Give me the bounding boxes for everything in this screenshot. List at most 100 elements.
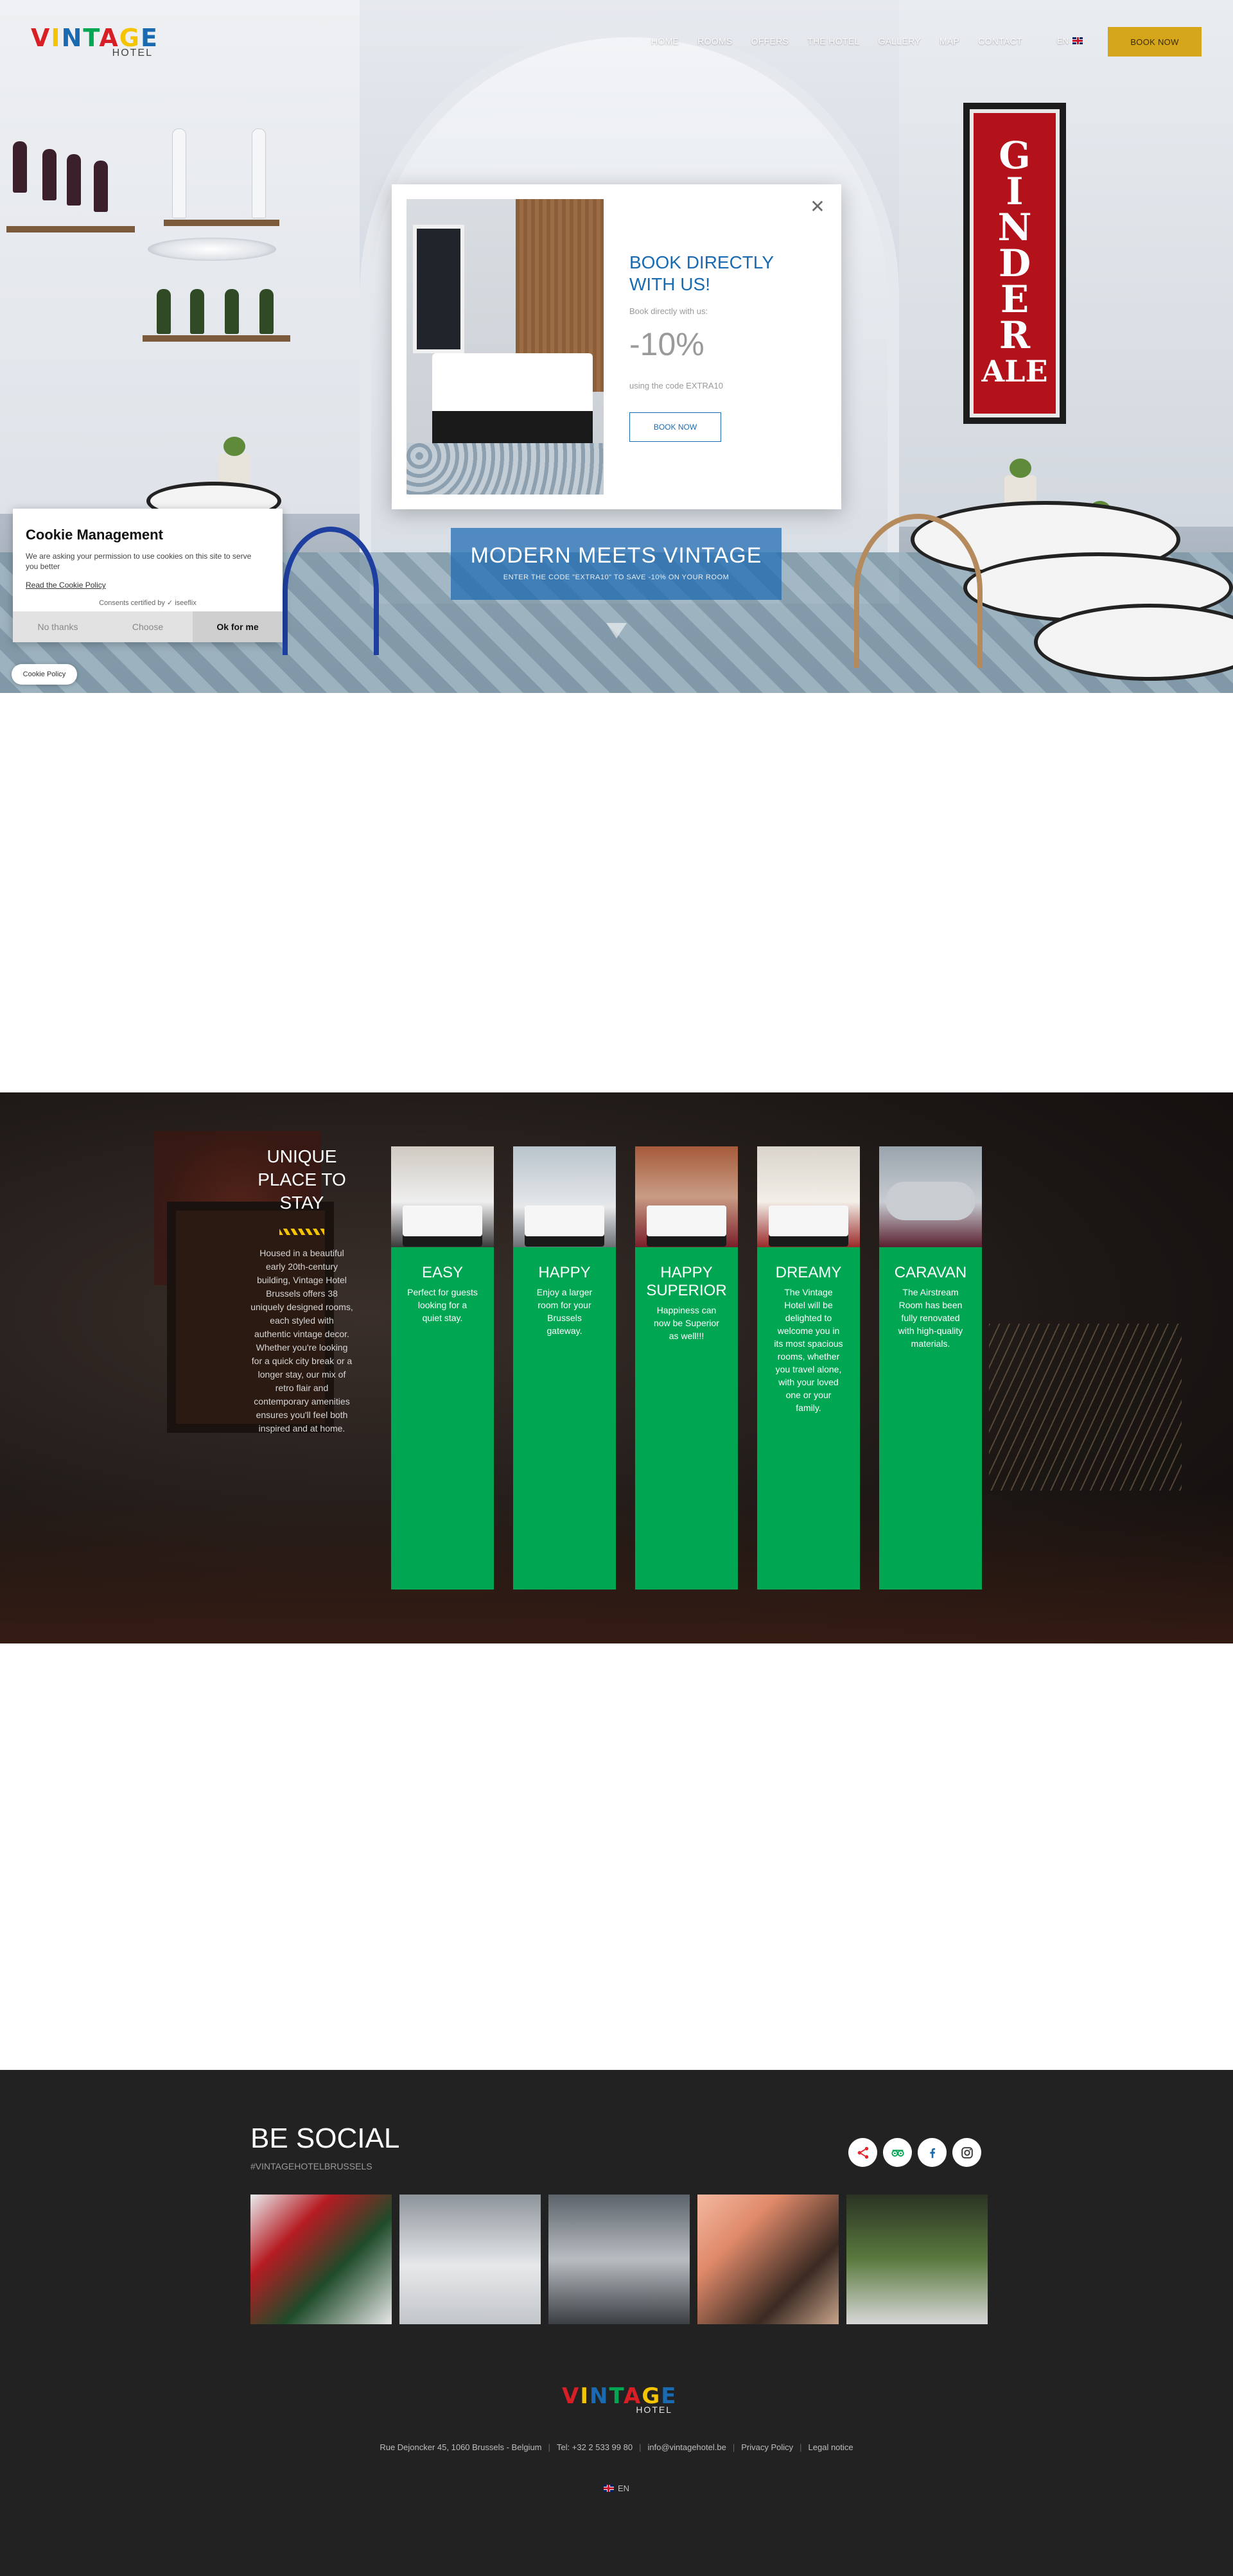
instagram-post[interactable] <box>250 2195 392 2324</box>
room-cards: EASY Perfect for guests looking for a qu… <box>391 1146 982 1590</box>
close-icon[interactable]: ✕ <box>810 198 825 216</box>
facebook-icon[interactable] <box>918 2138 947 2167</box>
room-card-caravan[interactable]: CARAVAN The Airstream Room has been full… <box>879 1146 982 1590</box>
nav-the-hotel[interactable]: THE HOTEL <box>807 36 859 46</box>
hero-subtitle: ENTER THE CODE "EXTRA10" TO SAVE -10% ON… <box>503 574 730 581</box>
room-image <box>513 1146 616 1247</box>
sign-letter: N <box>997 206 1032 249</box>
popup-book-now-button[interactable]: BOOK NOW <box>629 412 721 442</box>
rooms-intro: UNIQUE PLACE TO STAY Housed in a beautif… <box>250 1145 353 1435</box>
hero-title: MODERN MEETS VINTAGE <box>470 543 762 568</box>
room-card-happy[interactable]: HAPPY Enjoy a larger room for your Bruss… <box>513 1146 616 1590</box>
sign-letter: R <box>999 313 1031 357</box>
room-image <box>391 1146 494 1247</box>
instagram-post[interactable] <box>846 2195 988 2324</box>
hero-section: G I N D E R ALE VINTAGE HOTEL HOME ROOMS… <box>0 0 1233 693</box>
rooms-section: UNIQUE PLACE TO STAY Housed in a beautif… <box>0 1092 1233 1643</box>
shelf <box>6 226 135 232</box>
stripe-divider <box>279 1229 324 1235</box>
room-title: HAPPY <box>538 1264 591 1281</box>
footer-email[interactable]: info@vintagehotel.be <box>641 2442 732 2452</box>
book-now-button[interactable]: BOOK NOW <box>1108 27 1202 57</box>
room-image <box>757 1146 860 1247</box>
popup-room-image <box>407 199 604 495</box>
uk-flag-icon <box>1072 37 1083 44</box>
cookie-text: We are asking your permission to use coo… <box>26 552 252 571</box>
cookie-choose-button[interactable]: Choose <box>103 611 193 642</box>
instagram-post[interactable] <box>697 2195 839 2324</box>
room-text: The Vintage Hotel will be delighted to w… <box>774 1287 843 1413</box>
bottle <box>225 289 239 334</box>
logo-letter: I <box>580 2383 590 2409</box>
social-title: BE SOCIAL <box>250 2123 400 2154</box>
footer-address: Rue Dejoncker 45, 1060 Brussels - Belgiu… <box>380 2442 542 2452</box>
nav-rooms[interactable]: ROOMS <box>697 36 732 46</box>
room-title: CARAVAN <box>894 1264 967 1281</box>
bottle <box>67 154 81 206</box>
logo-word: VINTAGE <box>562 2383 676 2409</box>
instagram-post[interactable] <box>399 2195 541 2324</box>
logo-subtitle: HOTEL <box>636 2405 672 2415</box>
popup-title: BOOK DIRECTLY WITH US! <box>629 252 774 294</box>
ginder-ale-sign: G I N D E R ALE <box>963 103 1066 424</box>
logo[interactable]: VINTAGE HOTEL <box>31 24 157 62</box>
sign-letter: E <box>1000 277 1029 321</box>
scroll-down-icon[interactable] <box>606 623 627 638</box>
cookie-banner: Cookie Management We are asking your per… <box>13 509 283 642</box>
shelf <box>143 335 290 342</box>
cookie-policy-button[interactable]: Cookie Policy <box>12 664 77 685</box>
cookie-certified: Consents certified by ✓ iseeflix <box>99 599 197 607</box>
nav-contact[interactable]: CONTACT <box>978 36 1022 46</box>
nav-gallery[interactable]: GALLERY <box>878 36 920 46</box>
cookie-no-thanks-button[interactable]: No thanks <box>13 611 103 642</box>
booking-popup: ✕ BOOK DIRECTLY WITH US! Book directly w… <box>392 184 841 509</box>
footer-language-switch[interactable]: EN <box>0 2484 1233 2493</box>
footer-logo[interactable]: VINTAGE HOTEL <box>562 2383 676 2415</box>
bottle <box>259 289 274 334</box>
social-icons <box>848 2138 981 2167</box>
room-card-happy-superior[interactable]: HAPPY SUPERIOR Happiness can now be Supe… <box>635 1146 738 1590</box>
tripadvisor-icon[interactable] <box>883 2138 912 2167</box>
instagram-post[interactable] <box>548 2195 690 2324</box>
popup-image-bed-base <box>432 411 593 443</box>
cookie-policy-link[interactable]: Read the Cookie Policy <box>26 581 106 590</box>
footer-info: Rue Dejoncker 45, 1060 Brussels - Belgiu… <box>0 2442 1233 2452</box>
logo-letter: I <box>51 24 62 52</box>
share-icon[interactable] <box>848 2138 877 2167</box>
bottle <box>172 128 186 218</box>
footer-legal-link[interactable]: Legal notice <box>802 2442 860 2452</box>
logo-letter: V <box>31 24 51 52</box>
instagram-feed <box>250 2195 988 2324</box>
room-card-easy[interactable]: EASY Perfect for guests looking for a qu… <box>391 1146 494 1590</box>
nav-map[interactable]: MAP <box>940 36 959 46</box>
footer-phone[interactable]: Tel: +32 2 533 99 80 <box>550 2442 639 2452</box>
room-card-dreamy[interactable]: DREAMY The Vintage Hotel will be delight… <box>757 1146 860 1590</box>
logo-letter: V <box>562 2383 581 2409</box>
logo-letter: T <box>83 24 100 52</box>
instagram-icon[interactable] <box>952 2138 981 2167</box>
room-title: EASY <box>421 1264 464 1281</box>
social-section: BE SOCIAL #VINTAGEHOTELBRUSSELS VINTAGE … <box>0 2070 1233 2576</box>
cookie-title: Cookie Management <box>26 527 163 543</box>
uk-flag-icon <box>603 2485 614 2492</box>
chair <box>283 527 379 655</box>
sign-letter: D <box>998 241 1031 285</box>
nav-home[interactable]: HOME <box>651 36 679 46</box>
bottle <box>94 161 108 212</box>
popup-subtitle: Book directly with us: <box>629 306 708 316</box>
plant <box>218 437 250 486</box>
logo-letter: T <box>609 2383 624 2409</box>
nav-offers[interactable]: OFFERS <box>751 36 789 46</box>
rooms-description: Housed in a beautiful early 20th-century… <box>250 1248 353 1433</box>
bottle <box>190 289 204 334</box>
cookie-buttons: No thanks Choose Ok for me <box>13 611 283 642</box>
logo-letter: N <box>61 24 83 52</box>
main-nav: HOME ROOMS OFFERS THE HOTEL GALLERY MAP … <box>642 36 1022 46</box>
cookie-ok-button[interactable]: Ok for me <box>193 611 283 642</box>
room-title: DREAMY <box>775 1264 842 1281</box>
language-switch[interactable]: EN <box>1057 36 1083 46</box>
rooms-bg-grass <box>989 1324 1182 1491</box>
sign-letter: G <box>999 134 1031 177</box>
bottle <box>13 141 27 193</box>
footer-privacy-link[interactable]: Privacy Policy <box>735 2442 800 2452</box>
